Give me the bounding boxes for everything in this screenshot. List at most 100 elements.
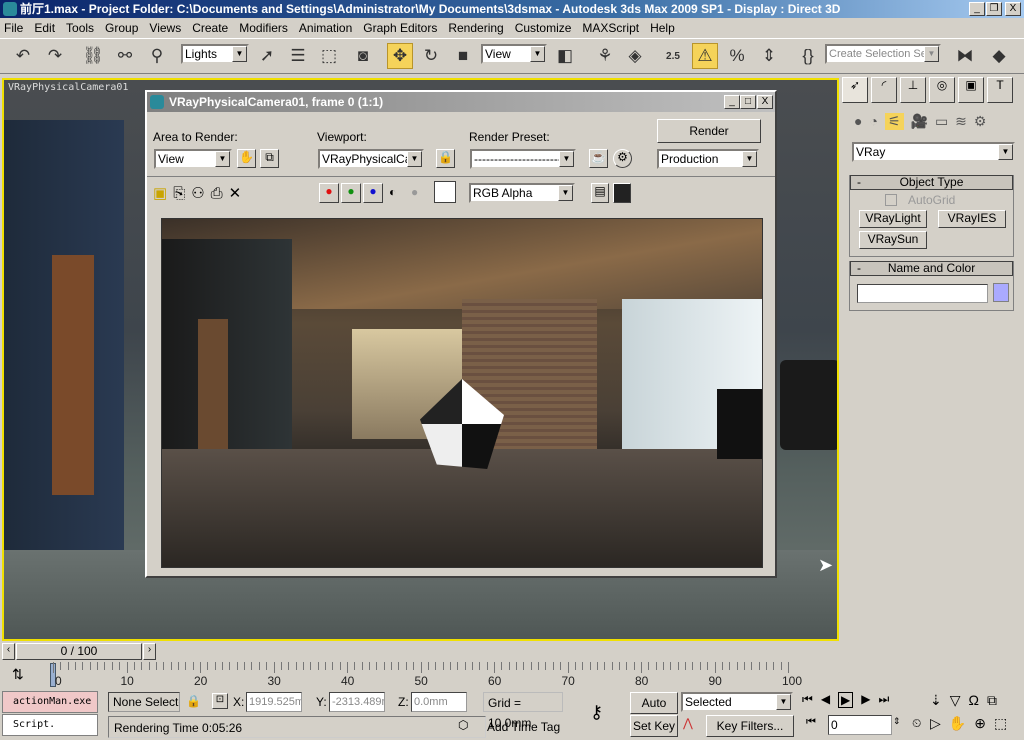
edit-named-selection-icon[interactable]: {}	[795, 43, 821, 69]
align-icon[interactable]: ◆	[986, 43, 1012, 69]
prev-frame-arrow[interactable]: ‹	[2, 643, 15, 660]
area-to-render-dropdown[interactable]: View ▼	[154, 149, 232, 169]
menu-maxscript[interactable]: MAXScript	[582, 21, 639, 35]
clone-window-icon[interactable]: ⚇	[191, 185, 210, 202]
mirror-icon[interactable]: ⧓	[952, 43, 978, 69]
vraylight-button[interactable]: VRayLight	[859, 210, 927, 228]
play-icon[interactable]: ▶	[838, 692, 854, 708]
script-listener-output[interactable]: actionMan.exe	[2, 691, 98, 713]
red-channel-toggle[interactable]: ●	[319, 183, 339, 203]
unlink-icon[interactable]: ⚯	[112, 43, 138, 69]
create-tab-icon[interactable]: ➶	[842, 77, 868, 103]
maximize-viewport-icon[interactable]: ⬚	[994, 715, 1007, 732]
viewport-dropdown[interactable]: VRayPhysicalCam ▼	[318, 149, 424, 169]
move-icon[interactable]: ✥	[387, 43, 413, 69]
hierarchy-tab-icon[interactable]: ⊥	[900, 77, 926, 103]
rotate-icon[interactable]: ↻	[418, 43, 444, 69]
green-channel-toggle[interactable]: ●	[341, 183, 361, 203]
lock-icon[interactable]: 🔒	[436, 149, 455, 168]
display-tab-icon[interactable]: ▣	[958, 77, 984, 103]
blue-channel-toggle[interactable]: ●	[363, 183, 383, 203]
angle-snap-icon[interactable]: ⚠	[692, 43, 718, 69]
menu-views[interactable]: Views	[149, 21, 181, 35]
next-frame-arrow[interactable]: ›	[143, 643, 156, 660]
rect-selection-icon[interactable]: ⬚	[316, 43, 342, 69]
helpers-icon[interactable]: ▭	[935, 113, 948, 130]
field-of-view-icon[interactable]: ⧉	[987, 692, 997, 709]
current-frame-field[interactable]	[828, 715, 892, 735]
channel-dropdown[interactable]: RGB Alpha ▼	[469, 183, 575, 203]
autogrid-checkbox[interactable]	[885, 194, 897, 206]
render-setup-icon[interactable]: ☕	[589, 149, 608, 168]
object-type-header[interactable]: - Object Type	[850, 175, 1013, 190]
cameras-icon[interactable]: 🎥	[911, 113, 928, 130]
motion-tab-icon[interactable]: ◎	[929, 77, 955, 103]
tangent-type-icon[interactable]: ⋀	[683, 716, 693, 730]
menu-rendering[interactable]: Rendering	[448, 21, 503, 35]
systems-icon[interactable]: ⚙	[974, 113, 987, 130]
frame-spinner[interactable]: ⇕	[893, 716, 901, 727]
next-frame-icon[interactable]: ▶	[861, 692, 870, 708]
curve-editor-icon[interactable]: ⇅	[12, 666, 24, 683]
select-arrow-icon[interactable]: ➚	[254, 43, 280, 69]
named-selection-set-dropdown[interactable]: Create Selection Set ▼	[825, 44, 941, 64]
menu-tools[interactable]: Tools	[66, 21, 94, 35]
render-minimize-button[interactable]: _	[724, 95, 740, 109]
vrayies-button[interactable]: VRayIES	[938, 210, 1006, 228]
selection-lock-icon[interactable]: 🔒	[186, 694, 201, 708]
menu-file[interactable]: File	[4, 21, 23, 35]
link-icon[interactable]: ⛓	[80, 43, 106, 69]
environment-icon[interactable]: ⚙	[613, 149, 632, 168]
alpha-channel-icon[interactable]: ◐	[389, 185, 396, 199]
edit-region-icon[interactable]: ✋	[237, 149, 256, 168]
viewport-label[interactable]: VRayPhysicalCamera01	[8, 82, 128, 93]
percent-snap-icon[interactable]: %	[724, 43, 750, 69]
go-to-end-icon[interactable]: ⏭	[879, 692, 890, 708]
space-warps-icon[interactable]: ≋	[955, 113, 967, 130]
scale-icon[interactable]: ■	[450, 43, 476, 69]
select-by-name-icon[interactable]: ☰	[285, 43, 311, 69]
copy-image-icon[interactable]: ⎘	[173, 185, 191, 202]
minimize-button[interactable]: _	[969, 2, 985, 16]
go-to-start-icon[interactable]: ⏮	[802, 692, 813, 708]
name-and-color-header[interactable]: - Name and Color	[850, 261, 1013, 276]
select-manipulate-icon[interactable]: ⚘	[592, 43, 618, 69]
key-filters-button[interactable]: Key Filters...	[706, 715, 794, 737]
menu-graph-editors[interactable]: Graph Editors	[363, 21, 437, 35]
z-coordinate-field[interactable]: 0.0mm	[411, 692, 467, 712]
renderer-type-dropdown[interactable]: VRay ▼	[852, 142, 1015, 162]
spinner-snap-icon[interactable]: ⇕	[756, 43, 782, 69]
display-alpha-icon[interactable]: ▤	[591, 183, 609, 203]
menu-edit[interactable]: Edit	[34, 21, 55, 35]
add-time-tag-button[interactable]: Add Time Tag	[483, 716, 588, 738]
y-coordinate-field[interactable]: -2313.489r	[329, 692, 385, 712]
save-image-icon[interactable]: ▣	[153, 185, 173, 202]
render-maximize-button[interactable]: □	[740, 95, 756, 109]
modify-tab-icon[interactable]: ◜	[871, 77, 897, 103]
menu-animation[interactable]: Animation	[299, 21, 352, 35]
toggle-ui-icon[interactable]	[613, 183, 631, 203]
render-preset-dropdown[interactable]: ------------------------- ▼	[470, 149, 576, 169]
menu-modifiers[interactable]: Modifiers	[239, 21, 288, 35]
monochrome-icon[interactable]: ●	[411, 185, 418, 199]
render-mode-dropdown[interactable]: Production ▼	[657, 149, 759, 169]
dolly-icon[interactable]: ⇣	[930, 692, 942, 709]
previous-frame-icon[interactable]: ◀	[821, 692, 830, 708]
color-swatch[interactable]	[434, 181, 456, 203]
keyboard-shortcut-icon[interactable]: ◈	[622, 43, 648, 69]
key-mode-dropdown[interactable]: Selected ▼	[681, 692, 793, 712]
x-coordinate-field[interactable]: 1919.525m	[246, 692, 302, 712]
pan-icon[interactable]: ✋	[949, 715, 966, 732]
geometry-icon[interactable]: ●	[854, 113, 862, 130]
selection-filter-dropdown[interactable]: Lights ▼	[181, 44, 249, 64]
print-icon[interactable]: ⎙	[211, 185, 229, 202]
menu-help[interactable]: Help	[650, 21, 675, 35]
utilities-tab-icon[interactable]: T	[987, 77, 1013, 103]
shapes-icon[interactable]: ◔	[869, 113, 877, 130]
menu-create[interactable]: Create	[192, 21, 228, 35]
key-icon[interactable]: ⚷	[590, 702, 603, 723]
object-name-input[interactable]	[857, 284, 988, 303]
perspective-icon[interactable]: ▽	[950, 692, 961, 709]
render-button[interactable]: Render	[657, 119, 761, 143]
restore-button[interactable]: ❐	[986, 2, 1002, 16]
